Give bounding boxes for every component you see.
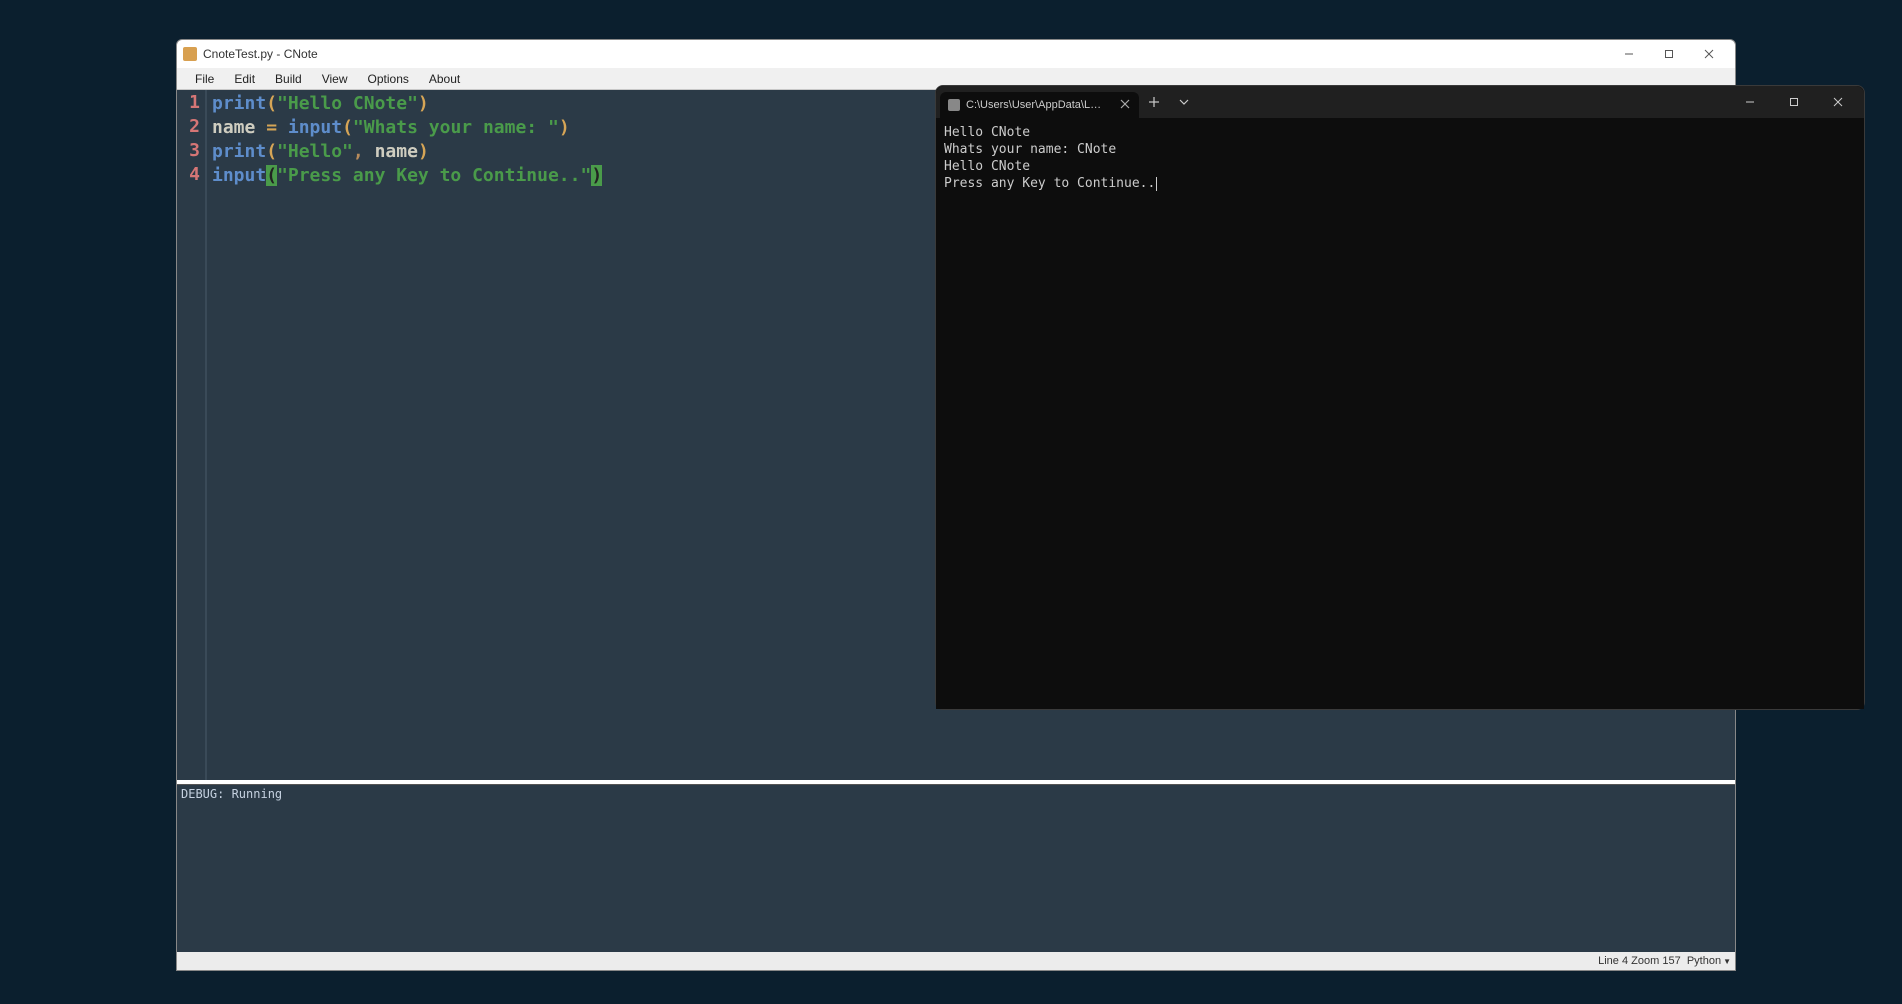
terminal-tab-icon	[948, 99, 960, 111]
cursor	[1156, 177, 1157, 191]
line-number: 3	[177, 140, 205, 164]
minimize-button[interactable]	[1609, 42, 1649, 66]
tab-dropdown-button[interactable]	[1169, 87, 1199, 117]
line-number: 4	[177, 164, 205, 188]
gutter: 1234	[177, 90, 207, 780]
terminal-line: Hello CNote	[944, 124, 1856, 141]
terminal-tab-label: C:\Users\User\AppData\Local\P...	[966, 99, 1106, 111]
close-tab-button[interactable]	[1116, 98, 1134, 112]
new-tab-button[interactable]	[1139, 87, 1169, 117]
status-language[interactable]: Python	[1687, 955, 1721, 967]
terminal-maximize-button[interactable]	[1772, 87, 1816, 117]
maximize-button[interactable]	[1649, 42, 1689, 66]
terminal-minimize-button[interactable]	[1728, 87, 1772, 117]
menu-view[interactable]: View	[312, 70, 358, 88]
statusbar: Line 4 Zoom 157 Python ▼	[177, 952, 1735, 970]
terminal-line: Press any Key to Continue..	[944, 175, 1856, 192]
menu-edit[interactable]: Edit	[224, 70, 265, 88]
terminal-window: C:\Users\User\AppData\Local\P... Hello C…	[935, 85, 1865, 710]
line-number: 2	[177, 116, 205, 140]
chevron-down-icon[interactable]: ▼	[1723, 957, 1731, 966]
terminal-tabbar: C:\Users\User\AppData\Local\P...	[936, 86, 1864, 118]
status-zoom: Zoom 157	[1631, 955, 1681, 967]
menu-file[interactable]: File	[185, 70, 224, 88]
menu-about[interactable]: About	[419, 70, 470, 88]
menu-build[interactable]: Build	[265, 70, 312, 88]
output-text: DEBUG: Running	[181, 787, 282, 801]
window-title: CnoteTest.py - CNote	[203, 47, 318, 61]
terminal-close-button[interactable]	[1816, 87, 1860, 117]
output-panel[interactable]: DEBUG: Running	[177, 784, 1735, 952]
app-icon	[183, 47, 197, 61]
terminal-tab[interactable]: C:\Users\User\AppData\Local\P...	[940, 92, 1139, 118]
status-line: Line 4	[1598, 955, 1628, 967]
terminal-body[interactable]: Hello CNoteWhats your name: CNoteHello C…	[936, 118, 1864, 709]
menu-options[interactable]: Options	[358, 70, 419, 88]
line-number: 1	[177, 92, 205, 116]
close-button[interactable]	[1689, 42, 1729, 66]
terminal-line: Hello CNote	[944, 158, 1856, 175]
editor-titlebar[interactable]: CnoteTest.py - CNote	[177, 40, 1735, 68]
terminal-line: Whats your name: CNote	[944, 141, 1856, 158]
